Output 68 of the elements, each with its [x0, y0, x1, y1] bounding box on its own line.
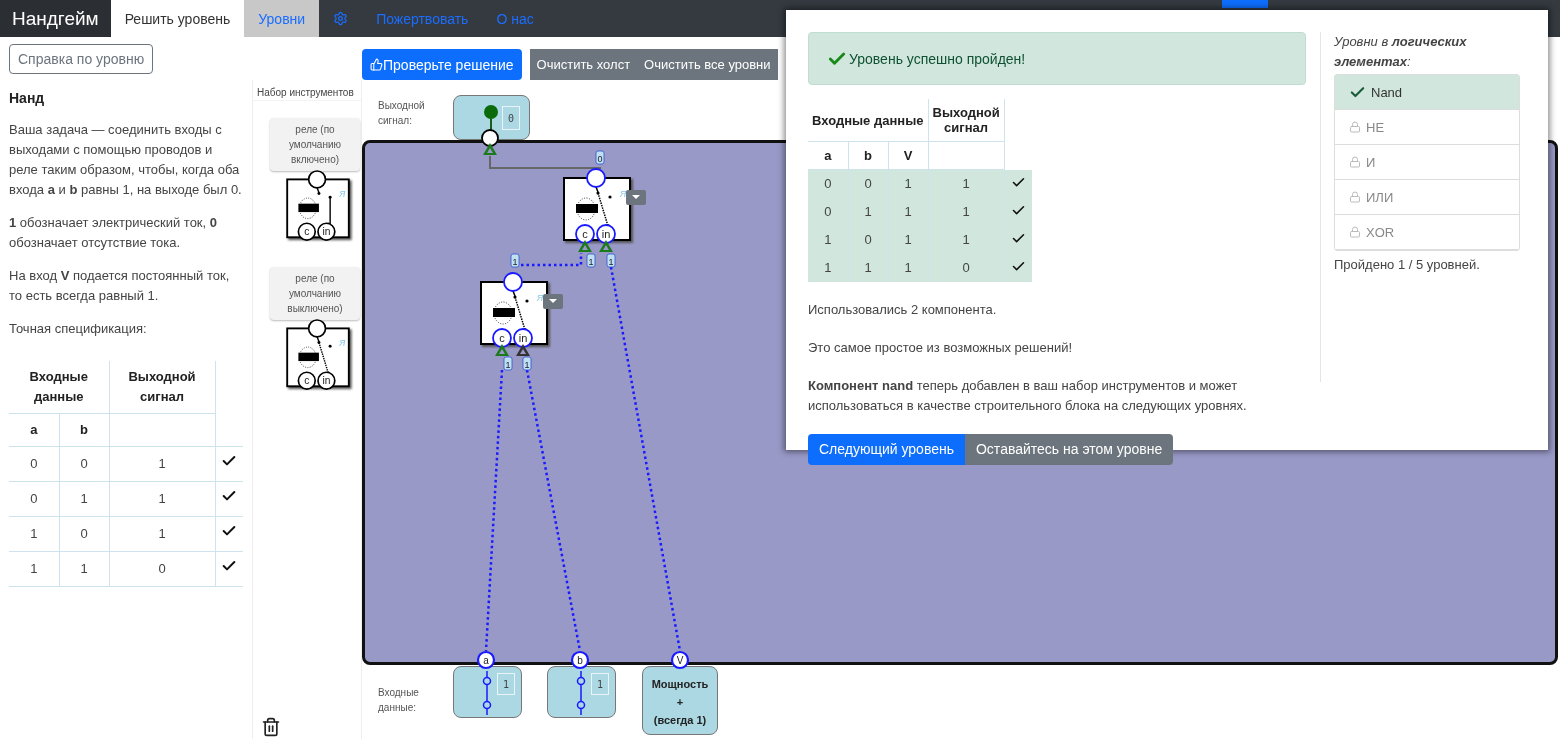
table-cell: 1 — [59, 481, 109, 517]
pin-label: a — [483, 655, 489, 666]
table-header: Входные данные — [808, 99, 928, 142]
table-header: b — [848, 141, 888, 170]
pin-label: b — [577, 655, 583, 666]
table-cell: 1 — [9, 516, 59, 552]
power-title: Мощность — [650, 677, 710, 692]
pin-label: in — [601, 228, 611, 240]
level-title: Нанд — [9, 89, 46, 108]
result-text: Использовались 2 компонента. — [808, 300, 998, 319]
table-cell: 0 — [928, 253, 1005, 282]
table-cell: 0 — [9, 446, 59, 482]
table-cell: 1 — [808, 253, 848, 282]
table-cell: 0 — [9, 481, 59, 517]
table-header: Выходной сигнал — [928, 99, 1005, 142]
output-label: Выходной сигнал: — [378, 99, 426, 128]
toolbox-title: Набор инструментов — [253, 85, 361, 101]
table-cell: 0 — [59, 516, 109, 552]
table-cell: 1 — [109, 446, 215, 482]
table-header: Выходной сигнал — [109, 361, 215, 414]
levels-title: Уровни в логических элементах: — [1334, 33, 1468, 71]
table-cell: 0 — [808, 197, 848, 226]
pin-label: c — [304, 375, 310, 387]
component-label: реле (по умолчанию выключено) — [270, 267, 360, 320]
input-value: 1 — [591, 673, 609, 695]
result-text: Это самое простое из возможных решений! — [808, 338, 1074, 357]
description-text: Точная спецификация: — [9, 320, 148, 338]
table-cell: 1 — [109, 481, 215, 517]
plus-sign: + — [675, 695, 685, 710]
pin-label: in — [322, 375, 331, 387]
progress-text: Пройдено 1 / 5 уровней. — [1334, 257, 1481, 272]
table-cell: 1 — [59, 551, 109, 587]
table-header: V — [888, 141, 928, 170]
table-header: Входные данные — [9, 361, 109, 414]
pin-label: in — [322, 226, 331, 238]
table-cell: 1 — [928, 225, 1005, 254]
wire-value: 1 — [586, 253, 596, 268]
output-value: 0 — [502, 106, 520, 130]
table-cell: 1 — [928, 169, 1005, 198]
pin-label: in — [518, 332, 528, 344]
table-cell: 1 — [9, 551, 59, 587]
pin-label: V — [676, 655, 684, 666]
description-text: 1 обозначает электрический ток, 0 обозначает отсутствие тока. — [9, 214, 218, 252]
pin-label: c — [582, 228, 588, 240]
inputs-label: Входные данные: — [378, 686, 420, 715]
table-cell: 1 — [928, 197, 1005, 226]
description-text: Ваша задача — соединить входы с выходами с помощью проводов и реле таким образом, чтобы, когда оба входа a и b равны 1, на выходе был 0. — [9, 121, 243, 199]
wire-value: 1 — [522, 356, 532, 371]
table-header: a — [808, 141, 848, 170]
pin-label: c — [304, 226, 310, 238]
wire-value: 1 — [503, 356, 513, 371]
power-note: (всегда 1) — [652, 713, 708, 728]
wire-value: 1 — [510, 253, 520, 268]
pin-label: c — [499, 332, 505, 344]
wire-value: 0 — [595, 150, 605, 165]
table-cell: 0 — [808, 169, 848, 198]
alert-text: Уровень успешно пройден! — [849, 50, 1026, 67]
description-text: На вход V подается постоянный ток, то есть всегда равный 1. — [9, 267, 231, 305]
table-cell: 0 — [109, 551, 215, 587]
table-cell: 1 — [109, 516, 215, 552]
wire-value: 1 — [606, 253, 616, 268]
table-header: b — [59, 413, 109, 447]
table-header: a — [9, 413, 59, 447]
table-cell: 0 — [59, 446, 109, 482]
table-cell: 1 — [808, 225, 848, 254]
input-value: 1 — [497, 673, 515, 695]
result-text: Компонент nand теперь добавлен в ваш набор инструментов и может использоваться в качестве строительного блока на следующих уровнях. — [808, 376, 1248, 415]
component-label: реле (по умолчанию включено) — [270, 118, 360, 171]
